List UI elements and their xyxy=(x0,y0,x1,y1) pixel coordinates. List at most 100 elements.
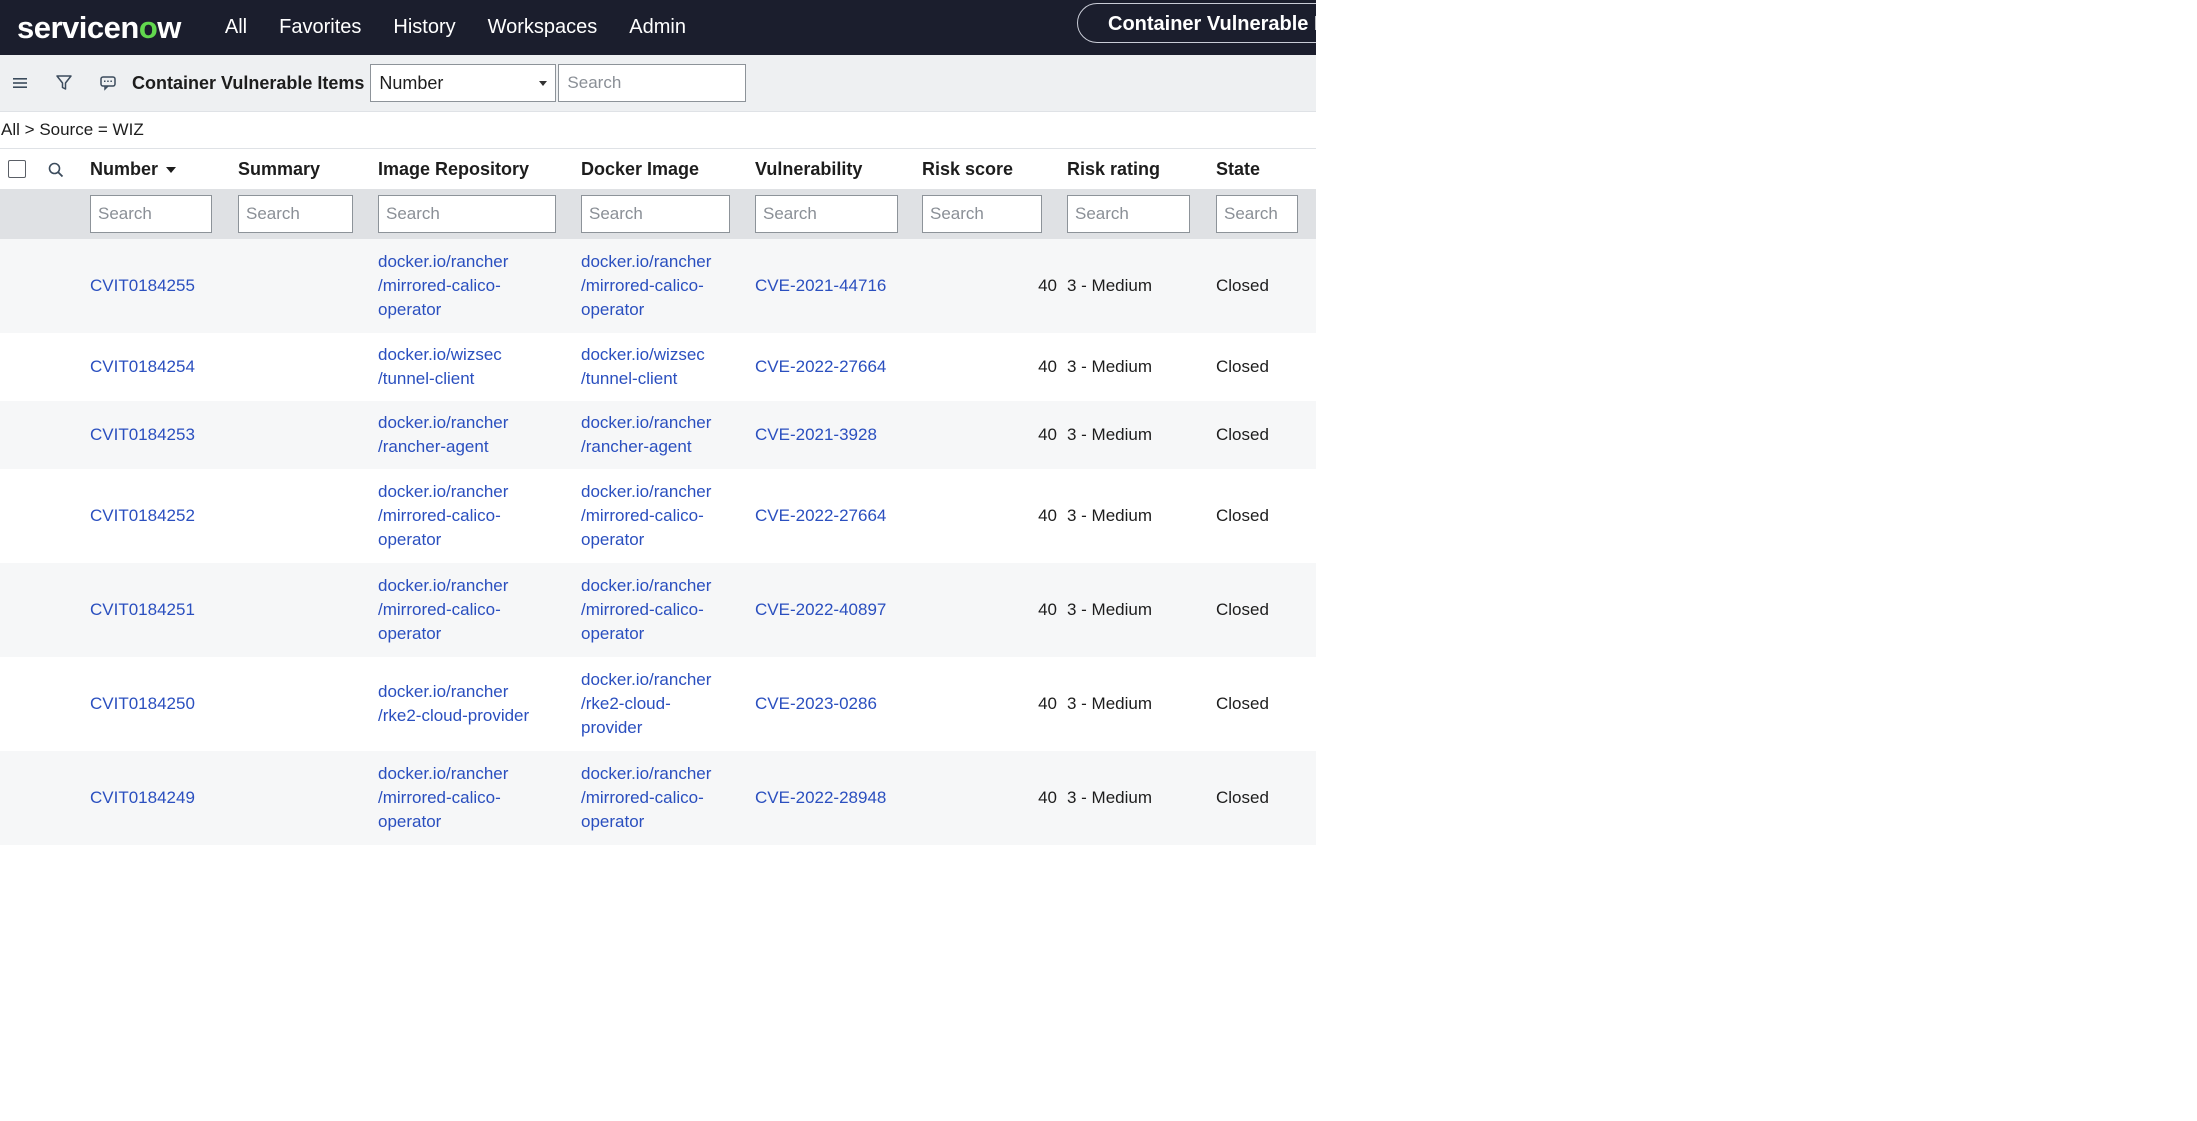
cell-image-repository: docker.io/rancher /mirrored-calico- oper… xyxy=(378,751,581,845)
risk-score-search-input[interactable] xyxy=(922,195,1042,233)
cell-number: CVIT0184254 xyxy=(90,333,238,401)
select-all-checkbox[interactable] xyxy=(8,160,26,178)
cell-risk-score-text: 40 xyxy=(1038,357,1057,376)
nav-workspaces[interactable]: Workspaces xyxy=(488,16,598,39)
column-header-vulnerability[interactable]: Vulnerability xyxy=(755,149,922,189)
cell-docker-image-text[interactable]: docker.io/rancher /mirrored-calico- oper… xyxy=(581,252,711,319)
column-header-summary[interactable]: Summary xyxy=(238,149,378,189)
cell-docker-image-text[interactable]: docker.io/rancher /rke2-cloud- provider xyxy=(581,670,711,737)
cell-risk-rating: 3 - Medium xyxy=(1067,657,1216,751)
cell-image-repository: docker.io/rancher /mirrored-calico- oper… xyxy=(378,563,581,657)
column-header-docker-image[interactable]: Docker Image xyxy=(581,149,755,189)
row-checkbox-cell xyxy=(0,401,41,469)
table-row[interactable]: CVIT0184255 docker.io/rancher /mirrored-c… xyxy=(0,239,1316,333)
cell-number-text[interactable]: CVIT0184251 xyxy=(90,600,195,619)
cell-image-repository-text[interactable]: docker.io/rancher /rke2-cloud-provider xyxy=(378,682,529,725)
row-action-cell xyxy=(41,401,90,469)
table-row[interactable]: CVIT0184253 docker.io/rancher /rancher-ag… xyxy=(0,401,1316,469)
breadcrumb-condition[interactable]: Source = WIZ xyxy=(39,120,143,139)
table-row[interactable]: CVIT0184251 docker.io/rancher /mirrored-c… xyxy=(0,563,1316,657)
cell-vulnerability-text[interactable]: CVE-2021-44716 xyxy=(755,276,886,295)
state-search-input[interactable] xyxy=(1216,195,1298,233)
cell-summary xyxy=(238,657,378,751)
cell-vulnerability-text[interactable]: CVE-2022-27664 xyxy=(755,357,886,376)
cell-number-text[interactable]: CVIT0184254 xyxy=(90,357,195,376)
table-row[interactable]: CVIT0184249 docker.io/rancher /mirrored-c… xyxy=(0,751,1316,845)
cell-risk-rating-text: 3 - Medium xyxy=(1067,425,1153,444)
cell-state-text: Closed xyxy=(1216,600,1269,619)
cell-number: CVIT0184255 xyxy=(90,239,238,333)
nav-all[interactable]: All xyxy=(225,16,247,39)
cell-docker-image-text[interactable]: docker.io/rancher /mirrored-calico- oper… xyxy=(581,576,711,643)
cell-docker-image: docker.io/rancher /mirrored-calico- oper… xyxy=(581,239,755,333)
cell-risk-score-text: 40 xyxy=(1038,788,1057,807)
column-header-risk-rating[interactable]: Risk rating xyxy=(1067,149,1216,189)
column-header-image-repository[interactable]: Image Repository xyxy=(378,149,581,189)
cell-vulnerability-text[interactable]: CVE-2023-0286 xyxy=(755,694,877,713)
cell-vulnerability: CVE-2022-27664 xyxy=(755,333,922,401)
table-row[interactable]: CVIT0184254 docker.io/wizsec /tunnel-clie… xyxy=(0,333,1316,401)
cell-risk-score-text: 40 xyxy=(1038,694,1057,713)
search-icon[interactable] xyxy=(47,161,65,179)
cell-number-text[interactable]: CVIT0184250 xyxy=(90,694,195,713)
breadcrumb-separator: > xyxy=(24,120,35,139)
image-repository-search-input[interactable] xyxy=(378,195,556,233)
filter-funnel-icon[interactable] xyxy=(52,71,76,95)
table-row[interactable]: CVIT0184250 docker.io/rancher /rke2-cloud… xyxy=(0,657,1316,751)
cell-risk-rating: 3 - Medium xyxy=(1067,401,1216,469)
cell-state: Closed xyxy=(1216,401,1316,469)
cell-number-text[interactable]: CVIT0184252 xyxy=(90,506,195,525)
cell-risk-score: 40 xyxy=(922,563,1067,657)
cell-docker-image-text[interactable]: docker.io/rancher /mirrored-calico- oper… xyxy=(581,482,711,549)
cell-vulnerability-text[interactable]: CVE-2021-3928 xyxy=(755,425,877,444)
column-search-toggle[interactable] xyxy=(41,149,90,189)
cell-number-text[interactable]: CVIT0184255 xyxy=(90,276,195,295)
cell-vulnerability-text[interactable]: CVE-2022-28948 xyxy=(755,788,886,807)
context-title-pill[interactable]: Container Vulnerable It xyxy=(1077,3,1316,43)
cell-docker-image-text[interactable]: docker.io/wizsec /tunnel-client xyxy=(581,345,705,388)
list-header-bar: Container Vulnerable Items Number xyxy=(0,55,1316,112)
row-checkbox-cell xyxy=(0,563,41,657)
cell-image-repository-text[interactable]: docker.io/rancher /mirrored-calico- oper… xyxy=(378,576,508,643)
servicenow-logo[interactable]: servicenow xyxy=(17,10,181,46)
cell-state: Closed xyxy=(1216,239,1316,333)
list-title: Container Vulnerable Items xyxy=(132,72,365,93)
vulnerability-search-input[interactable] xyxy=(755,195,898,233)
cell-image-repository-text[interactable]: docker.io/rancher /mirrored-calico- oper… xyxy=(378,764,508,831)
cell-docker-image-text[interactable]: docker.io/rancher /mirrored-calico- oper… xyxy=(581,764,711,831)
cell-docker-image-text[interactable]: docker.io/rancher /rancher-agent xyxy=(581,413,711,456)
cell-number-text[interactable]: CVIT0184253 xyxy=(90,425,195,444)
risk-rating-search-input[interactable] xyxy=(1067,195,1190,233)
cell-vulnerability: CVE-2021-44716 xyxy=(755,239,922,333)
cell-number-text[interactable]: CVIT0184249 xyxy=(90,788,195,807)
search-field-select[interactable]: Number xyxy=(370,64,557,102)
column-header-state[interactable]: State xyxy=(1216,149,1316,189)
cell-risk-rating: 3 - Medium xyxy=(1067,239,1216,333)
table-row[interactable]: CVIT0184252 docker.io/rancher /mirrored-c… xyxy=(0,469,1316,563)
column-header-number[interactable]: Number xyxy=(90,149,238,189)
cell-image-repository-text[interactable]: docker.io/rancher /mirrored-calico- oper… xyxy=(378,482,508,549)
row-action-cell xyxy=(41,751,90,845)
sort-descending-icon[interactable] xyxy=(166,166,177,173)
chat-bubble-icon[interactable] xyxy=(96,71,120,95)
cell-vulnerability-text[interactable]: CVE-2022-27664 xyxy=(755,506,886,525)
cell-image-repository-text[interactable]: docker.io/rancher /mirrored-calico- oper… xyxy=(378,252,508,319)
cell-image-repository-text[interactable]: docker.io/rancher /rancher-agent xyxy=(378,413,508,456)
cell-risk-score-text: 40 xyxy=(1038,276,1057,295)
docker-image-search-input[interactable] xyxy=(581,195,730,233)
breadcrumb-all[interactable]: All xyxy=(1,120,20,139)
cell-risk-score-text: 40 xyxy=(1038,425,1057,444)
nav-admin[interactable]: Admin xyxy=(629,16,686,39)
table-body: CVIT0184255 docker.io/rancher /mirrored-c… xyxy=(0,239,1316,845)
summary-search-input[interactable] xyxy=(238,195,353,233)
column-header-risk-score[interactable]: Risk score xyxy=(922,149,1067,189)
hamburger-menu-icon[interactable] xyxy=(8,71,32,95)
cell-image-repository-text[interactable]: docker.io/wizsec /tunnel-client xyxy=(378,345,502,388)
cell-risk-score: 40 xyxy=(922,239,1067,333)
list-search-input[interactable] xyxy=(558,64,747,102)
nav-history[interactable]: History xyxy=(393,16,455,39)
cell-risk-rating-text: 3 - Medium xyxy=(1067,276,1153,295)
nav-favorites[interactable]: Favorites xyxy=(279,16,361,39)
number-search-input[interactable] xyxy=(90,195,212,233)
cell-vulnerability-text[interactable]: CVE-2022-40897 xyxy=(755,600,886,619)
